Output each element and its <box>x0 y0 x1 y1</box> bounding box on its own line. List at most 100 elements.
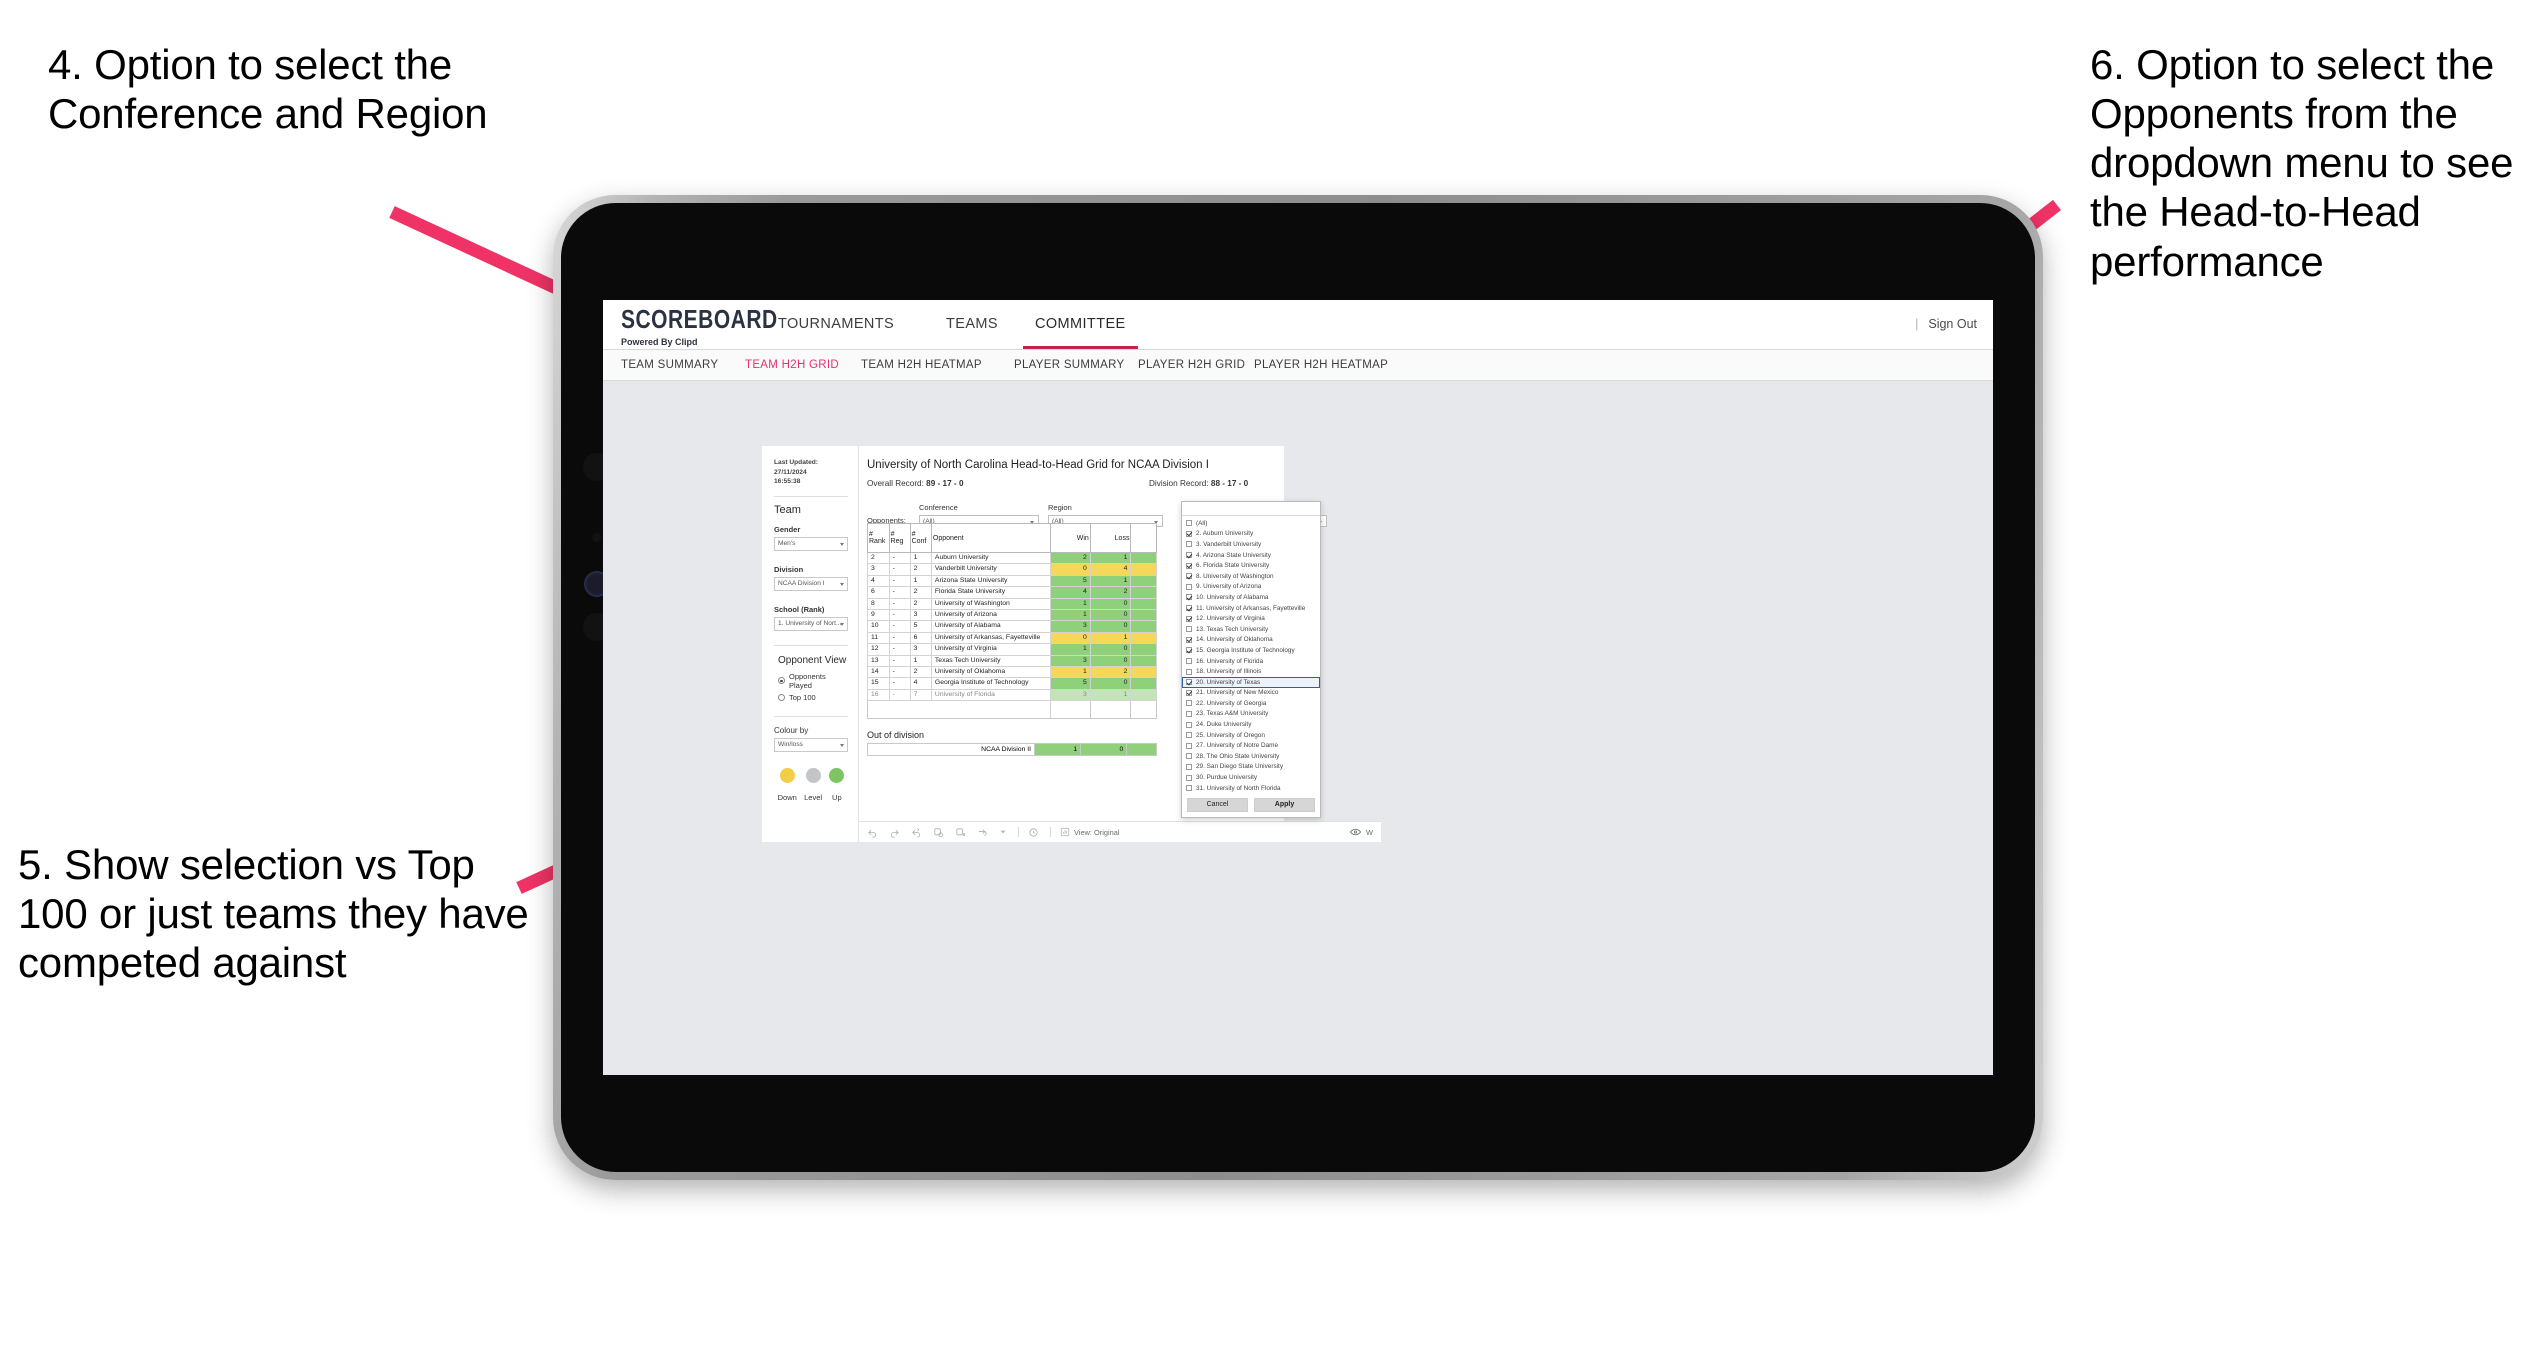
nav-item-tournaments[interactable]: TOURNAMENTS <box>778 300 894 349</box>
opponent-dropdown-item[interactable]: 15. Georgia Institute of Technology <box>1182 645 1320 656</box>
table-row[interactable]: 3-2 Vanderbilt University 0 4 <box>867 563 1157 576</box>
opponent-dropdown-item[interactable]: 27. University of Notre Dame <box>1182 740 1320 751</box>
cell-conf: 1 <box>909 654 932 668</box>
tab-player-h2h-heatmap[interactable]: PLAYER H2H HEATMAP <box>1254 350 1388 380</box>
checkbox-icon[interactable] <box>1186 668 1192 675</box>
table-row[interactable]: 6-2 Florida State University 4 2 <box>867 586 1157 599</box>
opponent-dropdown-item[interactable]: 4. Arizona State University <box>1182 550 1320 561</box>
table-row[interactable]: 15-4 Georgia Institute of Technology 5 0 <box>867 677 1157 690</box>
checkbox-icon[interactable] <box>1186 583 1192 590</box>
opponent-dropdown-item[interactable]: 16. University of Florida <box>1182 656 1320 667</box>
checkbox-icon[interactable] <box>1186 541 1192 548</box>
undo-icon[interactable] <box>867 827 878 838</box>
opponent-dropdown-item[interactable]: 3. Vanderbilt University <box>1182 539 1320 550</box>
checkbox-icon[interactable] <box>1186 615 1192 622</box>
opponent-dropdown-item[interactable]: 24. Duke University <box>1182 719 1320 730</box>
opponent-dropdown-item[interactable]: 13. Texas Tech University <box>1182 624 1320 635</box>
checkbox-icon[interactable] <box>1186 721 1192 728</box>
table-row[interactable]: 16-7 University of Florida 3 1 <box>867 688 1157 702</box>
table-row[interactable]: 14-2 University of Oklahoma 1 2 <box>867 666 1157 679</box>
division-select[interactable]: NCAA Division I <box>774 576 848 591</box>
colour-by-select[interactable]: Win/loss <box>774 737 848 752</box>
table-row[interactable]: 10-5 University of Alabama 3 0 <box>867 620 1157 633</box>
opponent-dropdown-item[interactable]: 14. University of Oklahoma <box>1182 635 1320 646</box>
opponent-dropdown-item[interactable]: 23. Texas A&M University <box>1182 709 1320 720</box>
checkbox-icon[interactable] <box>1186 742 1192 749</box>
checkbox-icon[interactable] <box>1186 658 1192 665</box>
cancel-button[interactable]: Cancel <box>1187 798 1248 813</box>
checkbox-icon[interactable] <box>1186 605 1192 612</box>
checkbox-icon[interactable] <box>1186 573 1192 580</box>
opponent-dropdown-item[interactable]: 22. University of Georgia <box>1182 698 1320 709</box>
tab-team-summary[interactable]: TEAM SUMMARY <box>621 350 718 380</box>
checkbox-icon[interactable] <box>1186 552 1192 559</box>
tab-player-summary[interactable]: PLAYER SUMMARY <box>1014 350 1125 380</box>
opponent-dropdown-item[interactable]: 2. Auburn University <box>1182 529 1320 540</box>
table-row[interactable]: 4-1 Arizona State University 5 1 <box>867 574 1157 588</box>
opponent-dropdown-item[interactable]: 29. San Diego State University <box>1182 762 1320 773</box>
opponent-dropdown-item[interactable]: 30. Purdue University <box>1182 772 1320 783</box>
checkbox-icon[interactable] <box>1186 647 1192 654</box>
table-row[interactable]: 11-6 University of Arkansas, Fayetteville… <box>867 631 1157 645</box>
opponent-dropdown-item[interactable]: 31. University of North Florida <box>1182 783 1320 794</box>
table-row[interactable]: 9-3 University of Arizona 1 0 <box>867 609 1157 622</box>
opponent-dropdown-item[interactable]: 10. University of Alabama <box>1182 592 1320 603</box>
out-of-division-row[interactable]: NCAA Division II 1 0 <box>866 743 1157 756</box>
checkbox-icon[interactable] <box>1186 679 1192 686</box>
checkbox-icon[interactable] <box>1186 785 1192 792</box>
opponent-dropdown-item[interactable]: 20. University of Texas <box>1182 676 1320 688</box>
school-rank-select[interactable]: 1. University of Nort... <box>774 616 848 631</box>
revert-icon[interactable] <box>911 827 922 838</box>
opponent-dropdown-search-input[interactable] <box>1182 502 1320 516</box>
radio-opponents-played[interactable]: Opponents Played <box>778 672 848 690</box>
chevron-down-icon[interactable] <box>999 828 1007 836</box>
opponent-dropdown-item[interactable]: 28. The Ohio State University <box>1182 751 1320 762</box>
pause-auto-update-icon[interactable] <box>1028 827 1039 838</box>
scoreboard-logo[interactable]: SCOREBOARD Powered By Clipd <box>621 306 778 347</box>
checkbox-icon[interactable] <box>1186 700 1192 707</box>
checkbox-icon[interactable] <box>1186 530 1192 537</box>
table-row[interactable]: 12-3 University of Virginia 1 0 <box>867 643 1157 656</box>
opponent-dropdown-panel[interactable]: (All) 2. Auburn University 3. Vanderbilt U… <box>1181 501 1321 819</box>
view-original-icon[interactable] <box>1060 827 1070 837</box>
table-row[interactable]: 2-1 Auburn University 2 1 <box>867 551 1157 565</box>
opponent-dropdown-item[interactable]: 8. University of Washington <box>1182 571 1320 582</box>
share-icon[interactable] <box>977 827 988 838</box>
table-row[interactable]: 13-1 Texas Tech University 3 0 <box>867 654 1157 668</box>
tab-player-h2h-grid[interactable]: PLAYER H2H GRID <box>1138 350 1245 380</box>
checkbox-icon[interactable] <box>1186 636 1192 643</box>
view-original-label[interactable]: View: Original <box>1074 828 1119 837</box>
gender-select[interactable]: Men's <box>774 536 848 551</box>
nav-item-teams[interactable]: TEAMS <box>946 300 998 349</box>
apply-button[interactable]: Apply <box>1254 798 1315 813</box>
opponent-dropdown-list[interactable]: (All) 2. Auburn University 3. Vanderbilt U… <box>1182 516 1320 794</box>
checkbox-icon[interactable] <box>1186 520 1192 527</box>
checkbox-icon[interactable] <box>1186 774 1192 781</box>
tab-team-h2h-heatmap[interactable]: TEAM H2H HEATMAP <box>861 350 982 380</box>
nav-item-committee[interactable]: COMMITTEE <box>1023 300 1138 349</box>
checkbox-icon[interactable] <box>1186 594 1192 601</box>
eye-icon[interactable] <box>1350 828 1362 836</box>
opponent-dropdown-item[interactable]: 9. University of Arizona <box>1182 582 1320 593</box>
redo-icon[interactable] <box>889 827 900 838</box>
opponent-dropdown-item[interactable]: 11. University of Arkansas, Fayetteville <box>1182 603 1320 614</box>
opponent-dropdown-item[interactable]: 6. Florida State University <box>1182 560 1320 571</box>
pause-refresh-icon[interactable] <box>955 827 966 838</box>
checkbox-icon[interactable] <box>1186 562 1192 569</box>
table-row[interactable]: 8-2 University of Washington 1 0 <box>867 597 1157 611</box>
opponent-dropdown-item[interactable]: 25. University of Oregon <box>1182 730 1320 741</box>
opponent-dropdown-item[interactable]: 12. University of Virginia <box>1182 613 1320 624</box>
checkbox-icon[interactable] <box>1186 710 1192 717</box>
checkbox-icon[interactable] <box>1186 763 1192 770</box>
opponent-dropdown-item[interactable]: 18. University of Illinois <box>1182 666 1320 677</box>
signout-link[interactable]: Sign Out <box>1928 317 1977 331</box>
opponent-dropdown-item[interactable]: (All) <box>1182 518 1320 529</box>
checkbox-icon[interactable] <box>1186 626 1192 633</box>
opponent-dropdown-item[interactable]: 21. University of New Mexico <box>1182 688 1320 699</box>
tab-team-h2h-grid[interactable]: TEAM H2H GRID <box>745 350 839 380</box>
checkbox-icon[interactable] <box>1186 732 1192 739</box>
refresh-data-icon[interactable] <box>933 827 944 838</box>
checkbox-icon[interactable] <box>1186 753 1192 760</box>
radio-top-100[interactable]: Top 100 <box>778 693 848 702</box>
checkbox-icon[interactable] <box>1186 689 1192 696</box>
